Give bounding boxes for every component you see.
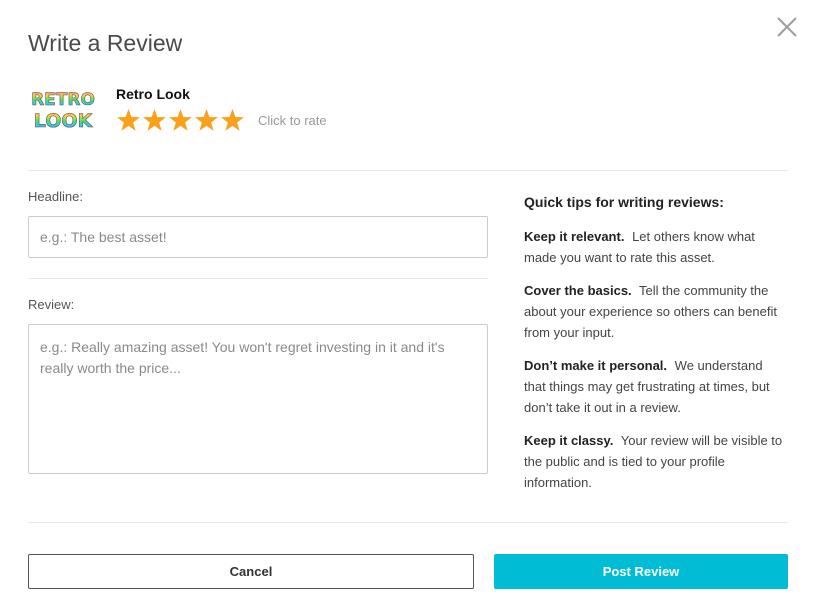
tip-heading: Cover the basics. bbox=[524, 283, 632, 298]
post-review-button[interactable]: Post Review bbox=[494, 554, 788, 589]
rating-row: Click to rate bbox=[116, 108, 327, 133]
divider bbox=[28, 278, 488, 279]
dialog-title: Write a Review bbox=[28, 30, 183, 56]
divider bbox=[28, 170, 788, 171]
tip-item: Keep it relevant. Let others know what m… bbox=[524, 226, 786, 268]
cancel-button[interactable]: Cancel bbox=[28, 554, 474, 589]
star-icon[interactable] bbox=[168, 108, 193, 133]
close-icon[interactable] bbox=[776, 16, 798, 38]
tip-heading: Keep it relevant. bbox=[524, 229, 625, 244]
tip-item: Don’t make it personal. We understand th… bbox=[524, 355, 786, 418]
write-review-dialog: Write a Review RETRO LOOK Retro Look Cli… bbox=[0, 0, 814, 612]
tip-item: Keep it classy. Your review will be visi… bbox=[524, 430, 786, 493]
star-icon[interactable] bbox=[142, 108, 167, 133]
review-textarea[interactable] bbox=[28, 324, 488, 474]
star-icon[interactable] bbox=[220, 108, 245, 133]
tip-item: Cover the basics. Tell the community the… bbox=[524, 280, 786, 343]
review-label: Review: bbox=[28, 297, 75, 312]
asset-summary: RETRO LOOK Retro Look Click to rate bbox=[28, 84, 327, 133]
star-rating[interactable] bbox=[116, 108, 246, 133]
asset-name: Retro Look bbox=[116, 86, 190, 102]
headline-input[interactable] bbox=[28, 216, 488, 258]
tip-heading: Don’t make it personal. bbox=[524, 358, 668, 373]
tips-title: Quick tips for writing reviews: bbox=[524, 194, 724, 210]
review-tips: Quick tips for writing reviews: Keep it … bbox=[524, 194, 786, 505]
svg-text:RETRO: RETRO bbox=[31, 90, 95, 110]
tip-heading: Keep it classy. bbox=[524, 433, 614, 448]
headline-label: Headline: bbox=[28, 189, 83, 204]
rate-hint: Click to rate bbox=[258, 113, 327, 128]
divider bbox=[28, 522, 788, 523]
star-icon[interactable] bbox=[194, 108, 219, 133]
asset-logo: RETRO LOOK bbox=[31, 90, 95, 132]
star-icon[interactable] bbox=[116, 108, 141, 133]
svg-text:LOOK: LOOK bbox=[34, 110, 94, 132]
